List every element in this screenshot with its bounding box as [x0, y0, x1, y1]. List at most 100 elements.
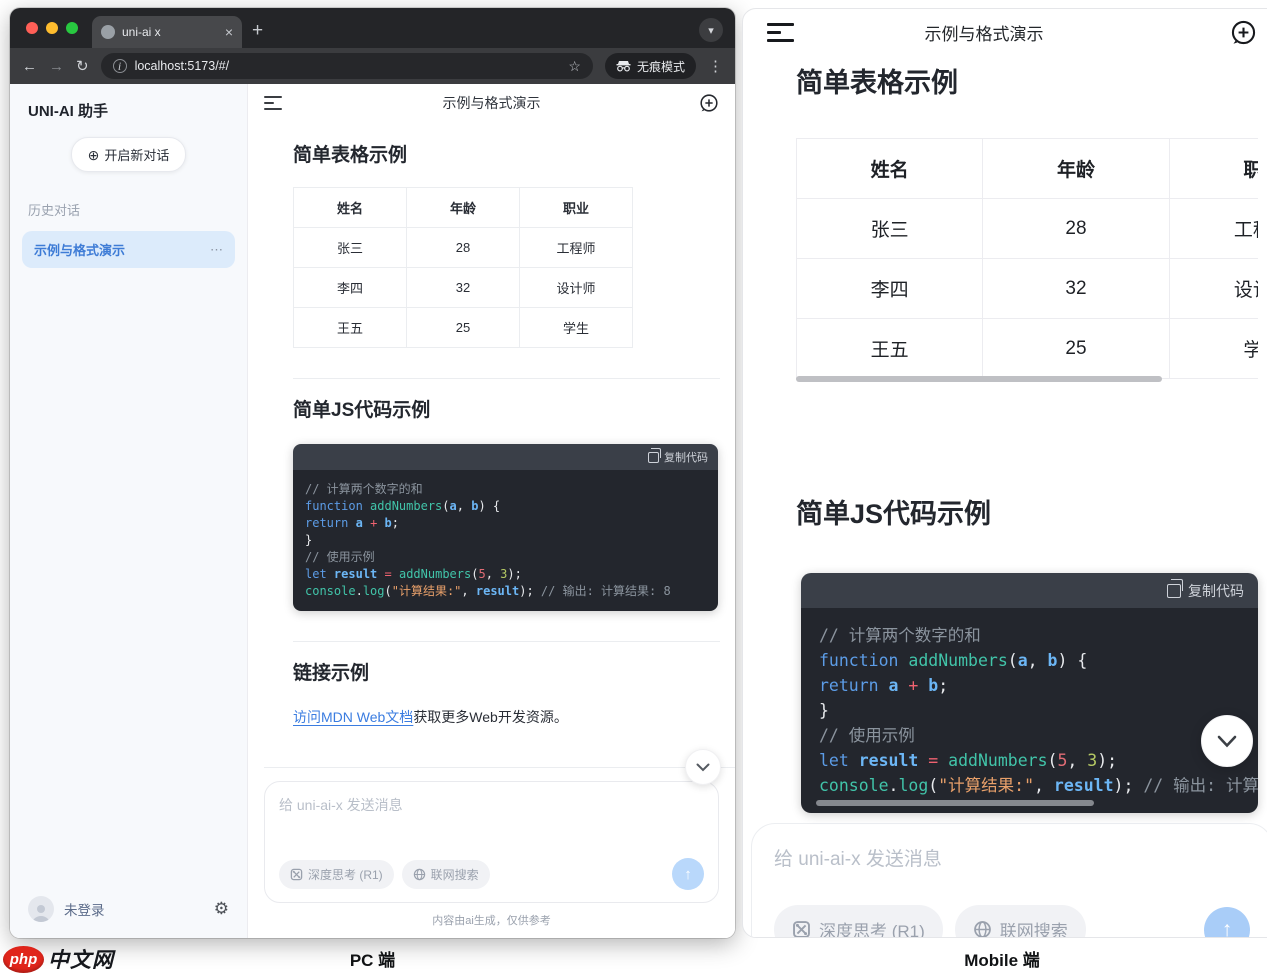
- table-row: 李四32设计师: [797, 259, 1259, 319]
- sidebar-item-conversation[interactable]: 示例与格式演示 ⋯: [22, 231, 235, 268]
- ai-disclaimer: 内容由ai生成，仅供参考: [248, 903, 735, 938]
- gear-icon[interactable]: ⚙: [214, 899, 229, 919]
- mobile-code-section-heading: 简单JS代码示例: [796, 492, 1267, 531]
- mobile-table-section-heading: 简单表格示例: [796, 61, 1267, 100]
- copy-code-button[interactable]: 复制代码: [664, 449, 708, 465]
- new-chat-icon[interactable]: [699, 93, 719, 113]
- table-cell: 李四: [797, 259, 983, 319]
- pc-caption: PC 端: [10, 946, 735, 971]
- table-header-cell: 职业: [1169, 139, 1258, 199]
- table-header-cell: 职业: [520, 188, 633, 228]
- deep-think-icon: [290, 868, 303, 881]
- table-header-cell: 姓名: [294, 188, 407, 228]
- table-cell: 张三: [294, 228, 407, 268]
- browser-tab[interactable]: uni-ai x ×: [92, 16, 242, 48]
- incognito-icon: [616, 60, 631, 72]
- browser-toolbar: ← → ↻ i localhost:5173/#/ ☆ 无痕模式 ⋮: [10, 48, 735, 84]
- browser-menu-icon[interactable]: ⋮: [708, 57, 723, 75]
- table-header-cell: 姓名: [797, 139, 983, 199]
- tab-search-chevron-icon[interactable]: ▾: [699, 18, 723, 42]
- mobile-deep-think-toggle[interactable]: 深度思考 (R1): [774, 905, 943, 938]
- conversation-more-icon[interactable]: ⋯: [210, 242, 223, 258]
- mobile-message-input[interactable]: [774, 844, 1250, 888]
- tab-close-icon[interactable]: ×: [225, 25, 233, 39]
- site-info-icon[interactable]: i: [113, 59, 127, 73]
- chevron-down-icon: [1217, 735, 1237, 748]
- send-arrow-icon: ↑: [684, 866, 692, 883]
- reload-icon[interactable]: ↻: [76, 57, 89, 75]
- user-icon: [30, 902, 52, 922]
- forward-icon[interactable]: →: [49, 58, 64, 75]
- new-conversation-button[interactable]: ⊕ 开启新对话: [71, 137, 187, 172]
- close-window-button[interactable]: [26, 22, 38, 34]
- bookmark-star-icon[interactable]: ☆: [568, 58, 581, 75]
- code-line: }: [819, 698, 1240, 723]
- link-paragraph: 访问MDN Web文档获取更多Web开发资源。: [293, 707, 719, 727]
- address-bar[interactable]: i localhost:5173/#/ ☆: [101, 53, 593, 79]
- sidebar: UNI-AI 助手 ⊕ 开启新对话 历史对话 示例与格式演示 ⋯ 未: [10, 84, 248, 938]
- table-header-cell: 年龄: [983, 139, 1169, 199]
- code-line: return a + b;: [305, 515, 706, 532]
- php-logo-text: 中文网: [48, 944, 114, 974]
- mobile-table-scrollbar[interactable]: [796, 376, 1162, 382]
- table-cell: 25: [407, 308, 520, 348]
- mobile-send-button[interactable]: ↑: [1204, 907, 1250, 939]
- table-cell: 设计师: [1169, 259, 1258, 319]
- mobile-scroll-to-bottom-button[interactable]: [1201, 715, 1253, 767]
- table-row: 张三28工程师: [797, 199, 1259, 259]
- deep-think-label: 深度思考 (R1): [308, 866, 383, 883]
- table-cell: 设计师: [520, 268, 633, 308]
- php-logo-badge: php: [3, 946, 44, 973]
- mobile-screenshot-panel: 示例与格式演示 简单表格示例 姓名年龄职业张三28工程师李四32设计师王五25学…: [742, 8, 1267, 938]
- table-cell: 学生: [520, 308, 633, 348]
- mobile-copy-code-button[interactable]: 复制代码: [1188, 581, 1244, 601]
- deep-think-icon: [792, 920, 811, 938]
- scroll-to-bottom-button[interactable]: [685, 749, 721, 785]
- table-cell: 32: [983, 259, 1169, 319]
- plus-circle-icon: ⊕: [88, 148, 100, 162]
- minimize-window-button[interactable]: [46, 22, 58, 34]
- message-input[interactable]: [279, 795, 704, 833]
- message-input-card: 深度思考 (R1) 联网搜索 ↑: [264, 781, 719, 903]
- new-tab-button[interactable]: +: [252, 20, 263, 42]
- table-header-cell: 年龄: [407, 188, 520, 228]
- chat-title: 示例与格式演示: [248, 93, 735, 113]
- mobile-input-actions-row: 深度思考 (R1) 联网搜索 ↑: [774, 905, 1250, 938]
- table-row: 李四32设计师: [294, 268, 633, 308]
- chat-input-area: 深度思考 (R1) 联网搜索 ↑ 内容由ai生成，仅供参考: [248, 767, 735, 938]
- mobile-message-input-card: 深度思考 (R1) 联网搜索 ↑: [751, 823, 1267, 938]
- mobile-code-block-header: 复制代码: [801, 573, 1258, 608]
- back-icon[interactable]: ←: [22, 58, 37, 75]
- table-cell: 王五: [294, 308, 407, 348]
- tab-title: uni-ai x: [122, 25, 218, 39]
- send-button[interactable]: ↑: [672, 858, 704, 890]
- mobile-table-scroll-area[interactable]: 姓名年龄职业张三28工程师李四32设计师王五25学生: [796, 138, 1258, 382]
- pc-app-body: UNI-AI 助手 ⊕ 开启新对话 历史对话 示例与格式演示 ⋯ 未: [10, 84, 735, 938]
- login-status[interactable]: 未登录: [64, 899, 105, 919]
- mobile-new-chat-icon[interactable]: [1230, 19, 1257, 46]
- copy-icon: [648, 452, 659, 463]
- deep-think-toggle[interactable]: 深度思考 (R1): [279, 860, 394, 889]
- code-content: // 计算两个数字的和function addNumbers(a, b) {re…: [293, 470, 718, 611]
- send-arrow-icon: ↑: [1222, 918, 1233, 939]
- chat-header: 示例与格式演示: [248, 84, 735, 122]
- mdn-link[interactable]: 访问MDN Web文档: [293, 709, 413, 725]
- table-cell: 李四: [294, 268, 407, 308]
- table-row: 张三28工程师: [294, 228, 633, 268]
- web-search-toggle[interactable]: 联网搜索: [402, 860, 490, 889]
- code-line: // 使用示例: [305, 549, 706, 566]
- code-line: // 计算两个数字的和: [819, 623, 1240, 648]
- mobile-web-search-toggle[interactable]: 联网搜索: [955, 905, 1086, 938]
- window-controls: [10, 8, 92, 48]
- table-cell: 张三: [797, 199, 983, 259]
- table-row: 王五25学生: [294, 308, 633, 348]
- table-cell: 学生: [1169, 319, 1258, 379]
- maximize-window-button[interactable]: [66, 22, 78, 34]
- code-section-heading: 简单JS代码示例: [293, 395, 719, 422]
- input-actions-row: 深度思考 (R1) 联网搜索 ↑: [279, 858, 704, 890]
- code-block: 复制代码 // 计算两个数字的和function addNumbers(a, b…: [293, 444, 718, 611]
- sidebar-footer: 未登录 ⚙: [22, 892, 235, 926]
- avatar[interactable]: [28, 896, 54, 922]
- mobile-code-scrollbar[interactable]: [816, 800, 1094, 806]
- copy-icon: [1167, 584, 1181, 598]
